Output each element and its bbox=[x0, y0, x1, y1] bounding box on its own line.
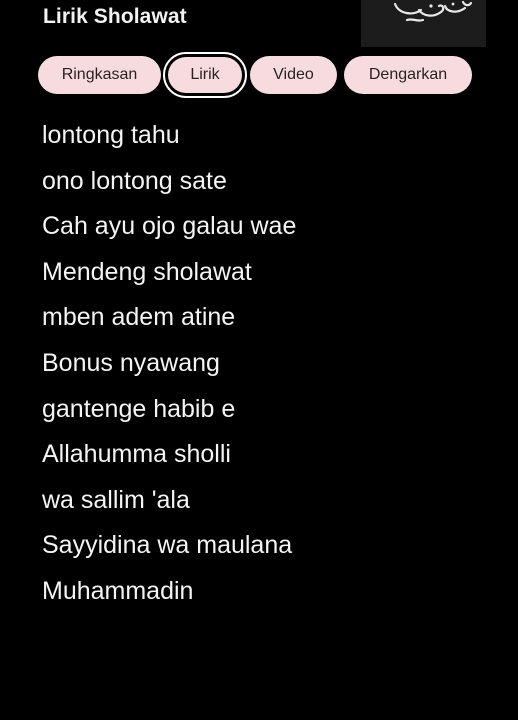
tab-dengarkan[interactable]: Dengarkan bbox=[344, 56, 472, 94]
lyric-line: Cah ayu ojo galau wae bbox=[42, 212, 297, 241]
lyric-line: mben adem atine bbox=[42, 303, 236, 332]
lyric-line: Bonus nyawang bbox=[42, 348, 220, 377]
lyric-line: Mendeng sholawat bbox=[42, 257, 252, 286]
lyric-line: Allahumma sholli bbox=[42, 440, 231, 469]
tab-lirik-label: Lirik bbox=[190, 66, 220, 83]
tab-bar: Ringkasan Lirik Video Dengarkan bbox=[0, 0, 518, 110]
lyrics-list: lontong tahu ono lontong sate Cah ayu oj… bbox=[42, 114, 502, 616]
lyric-line: ono lontong sate bbox=[42, 166, 227, 195]
lyric-line: wa sallim 'ala bbox=[42, 485, 190, 514]
tab-ringkasan[interactable]: Ringkasan bbox=[38, 56, 161, 94]
lyric-line: Muhammadin bbox=[42, 576, 194, 605]
lyric-line: gantenge habib e bbox=[42, 394, 236, 423]
lyric-line: lontong tahu bbox=[42, 121, 180, 149]
tab-video-label: Video bbox=[273, 66, 314, 83]
tab-ringkasan-label: Ringkasan bbox=[61, 66, 138, 83]
tab-video[interactable]: Video bbox=[250, 56, 337, 94]
tab-dengarkan-label: Dengarkan bbox=[368, 66, 448, 83]
lyric-line: Sayyidina wa maulana bbox=[42, 531, 293, 560]
tab-lirik[interactable]: Lirik bbox=[163, 52, 247, 98]
tab-lirik-fill: Lirik bbox=[168, 57, 242, 93]
